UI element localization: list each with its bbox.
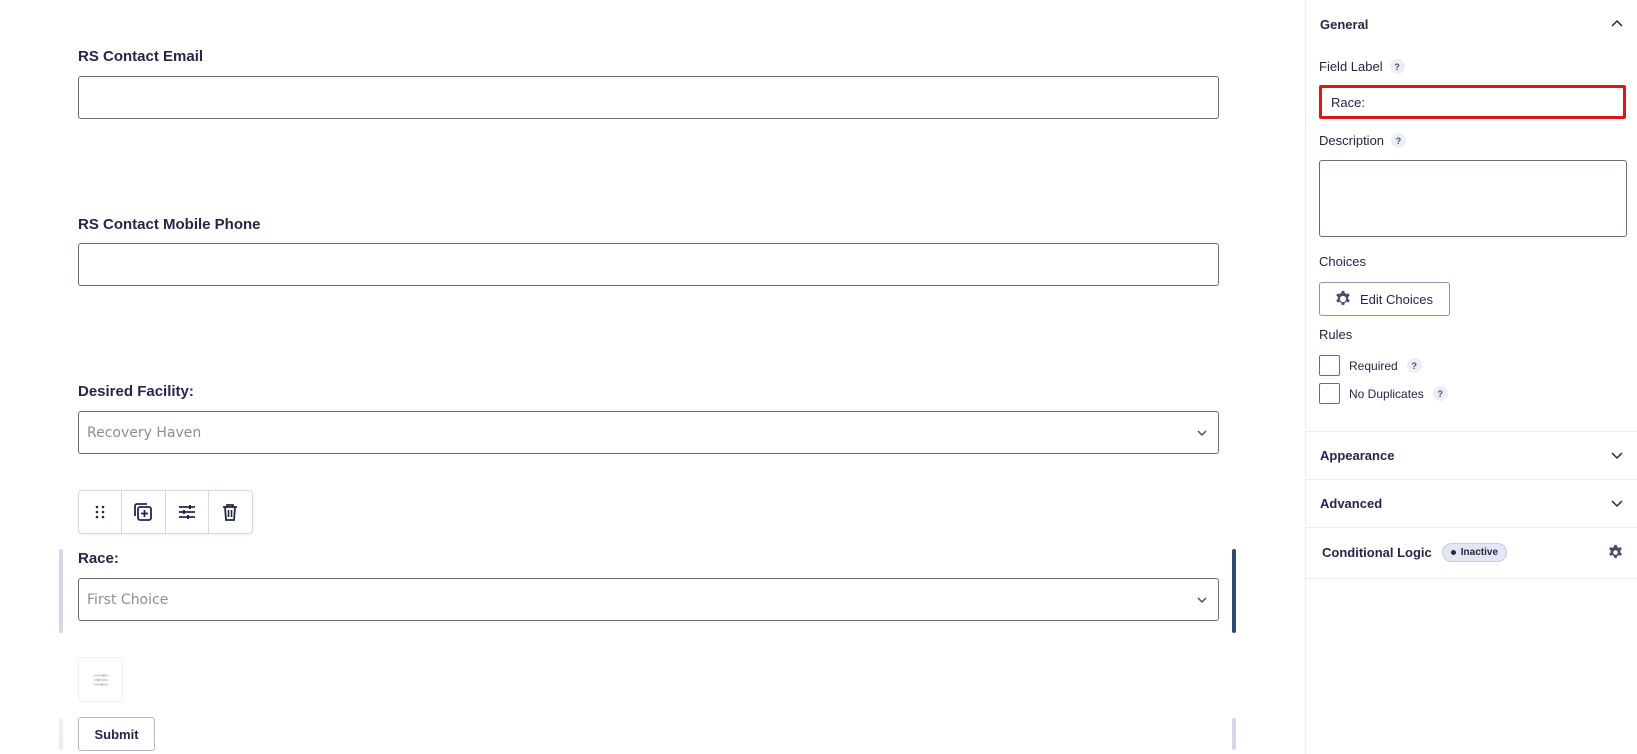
field-label-rs-contact-mobile-phone: RS Contact Mobile Phone [78, 216, 261, 233]
field-label-input-value: Race: [1331, 94, 1365, 110]
settings-sliders-icon [178, 505, 195, 519]
duplicate-button[interactable] [122, 491, 166, 533]
form-canvas: RS Contact Email RS Contact Mobile Phone… [0, 0, 1305, 754]
section-conditional-logic-header[interactable]: Conditional Logic Inactive [1306, 528, 1637, 576]
description-title: Description ? [1319, 133, 1407, 148]
submit-left-bar [59, 718, 63, 750]
required-label: Required [1349, 358, 1398, 373]
gear-icon[interactable] [1607, 544, 1624, 561]
required-checkbox[interactable] [1319, 355, 1340, 376]
no-duplicates-label: No Duplicates [1349, 386, 1424, 401]
rule-required: Required ? [1319, 355, 1422, 376]
gear-icon [1336, 290, 1350, 305]
desired-facility-select[interactable]: Recovery Haven [78, 411, 1219, 454]
chevron-down-icon [1611, 452, 1623, 460]
help-icon[interactable]: ? [1406, 358, 1422, 373]
choices-title: Choices [1319, 254, 1366, 269]
rules-title: Rules [1319, 327, 1353, 342]
edit-choices-button[interactable]: Edit Choices [1319, 282, 1450, 316]
field-label-desired-facility: Desired Facility: [78, 383, 194, 400]
field-label-race: Race: [78, 550, 119, 567]
section-divider [1306, 578, 1637, 579]
rule-no-duplicates: No Duplicates ? [1319, 383, 1448, 404]
field-settings-sidebar: General Field Label ? Race: Description … [1305, 0, 1637, 754]
edit-choices-label: Edit Choices [1360, 291, 1433, 307]
desired-facility-value: Recovery Haven [87, 424, 202, 441]
section-general-header[interactable]: General [1306, 0, 1637, 48]
trash-icon [223, 504, 238, 521]
status-dot-icon [1450, 549, 1456, 555]
rs-contact-mobile-phone-input[interactable] [78, 243, 1219, 286]
section-advanced-title: Advanced [1320, 495, 1383, 511]
field-label-input[interactable]: Race: [1319, 85, 1626, 119]
no-duplicates-checkbox[interactable] [1319, 383, 1340, 404]
conditional-logic-status-badge: Inactive [1441, 542, 1508, 562]
race-value: First Choice [87, 591, 169, 608]
drag-handle-button[interactable] [79, 491, 123, 533]
rs-contact-email-input[interactable] [78, 76, 1219, 119]
help-icon[interactable]: ? [1389, 59, 1405, 74]
settings-sliders-icon [93, 673, 108, 686]
field-label-title: Field Label ? [1319, 59, 1405, 74]
field-label-rs-contact-email: RS Contact Email [78, 48, 204, 65]
chevron-down-icon [1611, 500, 1623, 508]
field-selection-right-bar [1232, 549, 1236, 633]
description-textarea[interactable] [1319, 160, 1627, 237]
help-icon[interactable]: ? [1432, 386, 1448, 401]
submit-right-bar [1232, 718, 1236, 750]
chevron-up-icon [1611, 19, 1623, 27]
submit-button[interactable]: Submit [78, 717, 155, 751]
drag-handle-icon [95, 505, 105, 519]
conditional-logic-title: Conditional Logic [1322, 544, 1432, 560]
duplicate-icon [134, 503, 153, 521]
chevron-down-icon [1197, 597, 1207, 604]
section-general-title: General [1320, 16, 1369, 32]
field-selection-left-bar [59, 549, 63, 633]
submit-settings-button[interactable] [78, 657, 123, 702]
chevron-down-icon [1197, 430, 1207, 437]
field-toolbar [78, 490, 253, 534]
section-appearance-title: Appearance [1320, 447, 1395, 463]
section-appearance-header[interactable]: Appearance [1306, 431, 1637, 479]
delete-button[interactable] [209, 491, 252, 533]
field-settings-button[interactable] [166, 491, 209, 533]
help-icon[interactable]: ? [1391, 133, 1407, 148]
section-advanced-header[interactable]: Advanced [1306, 479, 1637, 527]
race-select[interactable]: First Choice [78, 578, 1219, 621]
